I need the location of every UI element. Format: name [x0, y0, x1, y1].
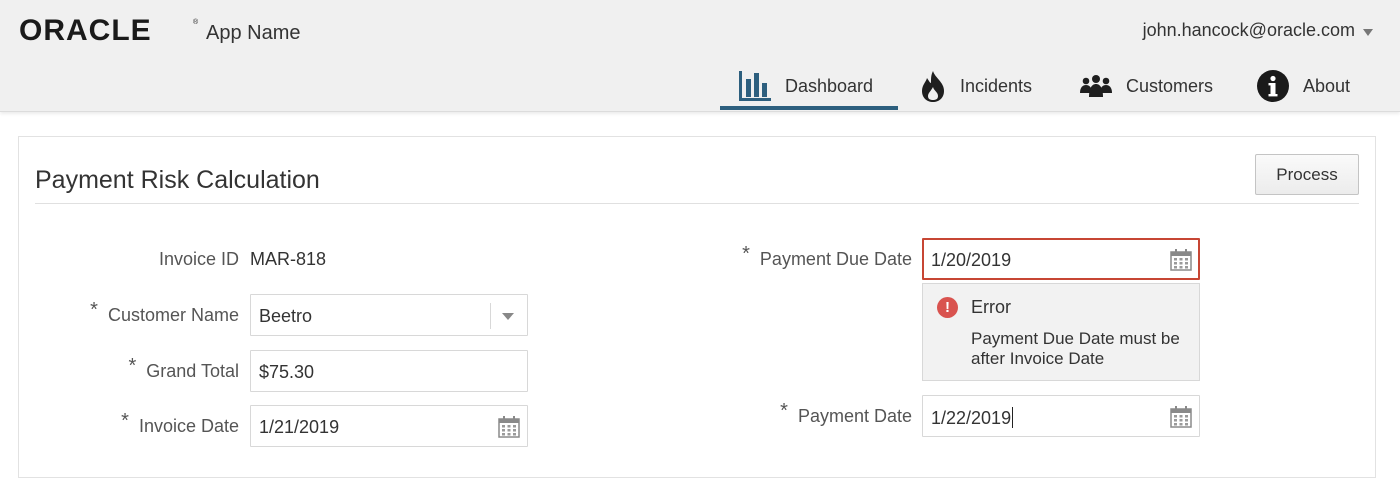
error-title: Error — [971, 297, 1011, 317]
required-marker: * — [90, 299, 98, 321]
main-nav: Dashboard Incidents Customers About — [0, 62, 1400, 110]
payment-due-date-input[interactable]: 1/20/2019 — [922, 238, 1200, 280]
fire-icon — [920, 70, 946, 102]
invoice-date-value: 1/21/2019 — [259, 417, 340, 437]
customer-name-value: Beetro — [259, 306, 313, 326]
payment-risk-card: Payment Risk Calculation Process Invoice… — [18, 136, 1376, 478]
error-popup: ! Error Payment Due Date must be after I… — [922, 283, 1200, 381]
invoice-date-input[interactable]: 1/21/2019 — [250, 405, 528, 447]
svg-text:®: ® — [193, 18, 199, 26]
grand-total-input[interactable]: $75.30 — [250, 350, 528, 392]
people-icon — [1080, 75, 1112, 97]
user-menu[interactable]: john.hancock@oracle.com — [1143, 20, 1355, 41]
svg-text:ORACLE: ORACLE — [19, 16, 152, 44]
nav-tab-customers[interactable]: Customers — [1080, 62, 1213, 110]
text-cursor — [1012, 407, 1014, 428]
error-icon: ! — [937, 297, 958, 318]
calendar-icon[interactable] — [1170, 249, 1192, 271]
process-button[interactable]: Process — [1255, 154, 1359, 195]
required-marker: * — [128, 355, 137, 377]
grand-total-value: $75.30 — [259, 362, 315, 382]
payment-due-date-value: 1/20/2019 — [931, 250, 1012, 270]
payment-date-label: * Payment Date — [780, 400, 912, 426]
app-name: App Name — [206, 22, 301, 44]
chevron-down-icon[interactable] — [502, 313, 514, 320]
title-divider — [35, 203, 1359, 204]
error-message: Payment Due Date must be after Invoice D… — [971, 329, 1180, 368]
grand-total-label: * Grand Total — [128, 355, 239, 381]
app-header: ORACLE ® App Name john.hancock@oracle.co… — [0, 0, 1400, 112]
nav-label-about: About — [1303, 75, 1351, 96]
invoice-id-label: Invoice ID — [158, 249, 239, 269]
payment-date-value: 1/22/2019 — [931, 407, 1014, 428]
chevron-down-icon[interactable] — [1363, 29, 1373, 36]
calendar-icon[interactable] — [1170, 406, 1192, 428]
bar-chart-icon — [739, 71, 771, 101]
page-title: Payment Risk Calculation — [35, 166, 320, 194]
select-divider — [490, 303, 491, 329]
nav-label-incidents: Incidents — [960, 75, 1033, 96]
required-marker: * — [121, 410, 129, 432]
payment-date-input[interactable]: 1/22/2019 — [922, 395, 1200, 437]
customer-name-label: * Customer Name — [90, 299, 239, 325]
customer-name-select[interactable]: Beetro — [250, 294, 528, 336]
nav-tab-dashboard[interactable]: Dashboard — [720, 62, 898, 110]
required-marker: * — [780, 400, 788, 422]
info-icon — [1257, 70, 1289, 102]
invoice-date-label: * Invoice Date — [121, 410, 239, 436]
oracle-logo: ORACLE ® — [19, 16, 199, 44]
nav-tab-incidents[interactable]: Incidents — [920, 62, 1032, 110]
calendar-icon[interactable] — [498, 416, 520, 438]
required-marker: * — [742, 243, 750, 265]
nav-tab-about[interactable]: About — [1257, 62, 1350, 110]
nav-label-customers: Customers — [1126, 75, 1214, 96]
invoice-id-value: MAR-818 — [250, 249, 327, 269]
payment-due-date-label: * Payment Due Date — [742, 243, 912, 269]
nav-label-dashboard: Dashboard — [785, 75, 874, 96]
